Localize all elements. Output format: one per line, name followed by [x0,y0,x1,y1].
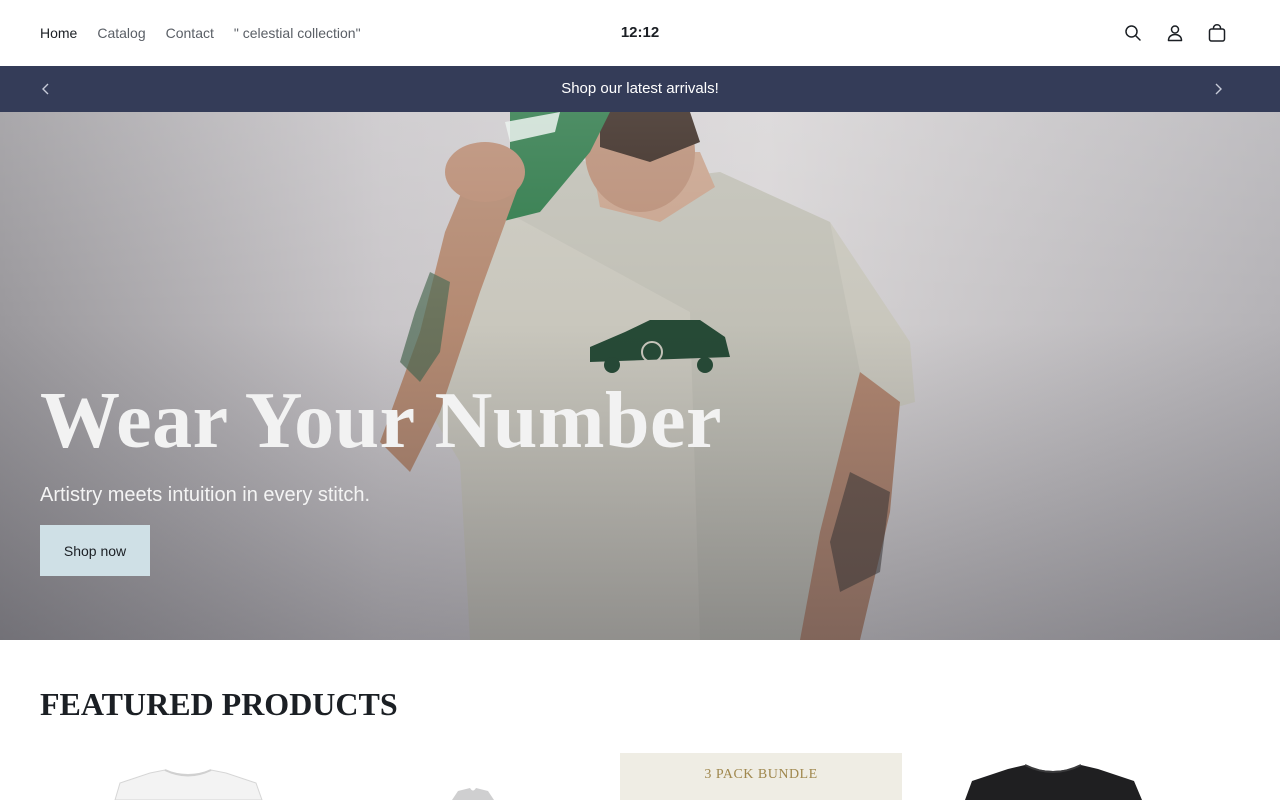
nav-catalog[interactable]: Catalog [97,25,145,41]
main-nav: Home Catalog Contact " celestial collect… [40,0,361,66]
hero-banner: Wear Your Number Artistry meets intuitio… [0,112,1280,640]
product-card-3-pack-bundle[interactable]: 3 PACK BUNDLE [620,753,902,800]
grey-tshirt-image [452,788,494,800]
chevron-right-icon[interactable] [1208,79,1228,99]
hero-title: Wear Your Number [40,377,723,465]
product-card-black-tshirt[interactable] [910,753,1192,800]
announcement-text[interactable]: Shop our latest arrivals! [0,66,1280,112]
product-card-white-tshirt[interactable] [40,753,322,800]
announcement-bar: Shop our latest arrivals! [0,66,1280,112]
hero-subtitle: Artistry meets intuition in every stitch… [40,484,371,506]
site-header: Home Catalog Contact " celestial collect… [0,0,1280,66]
bundle-label: 3 PACK BUNDLE [704,767,818,782]
shop-now-button[interactable]: Shop now [40,525,150,576]
nav-home[interactable]: Home [40,25,77,41]
white-tshirt-image [114,769,263,800]
search-icon[interactable] [1122,22,1144,44]
featured-products-heading: FEATURED PRODUCTS [40,686,398,722]
product-card-grey-tshirt[interactable] [330,753,612,800]
nav-celestial-collection[interactable]: " celestial collection" [234,25,361,41]
cart-icon[interactable] [1206,22,1228,44]
black-tshirt-image [965,764,1142,800]
nav-contact[interactable]: Contact [166,25,214,41]
header-actions [1122,0,1228,66]
account-icon[interactable] [1164,22,1186,44]
